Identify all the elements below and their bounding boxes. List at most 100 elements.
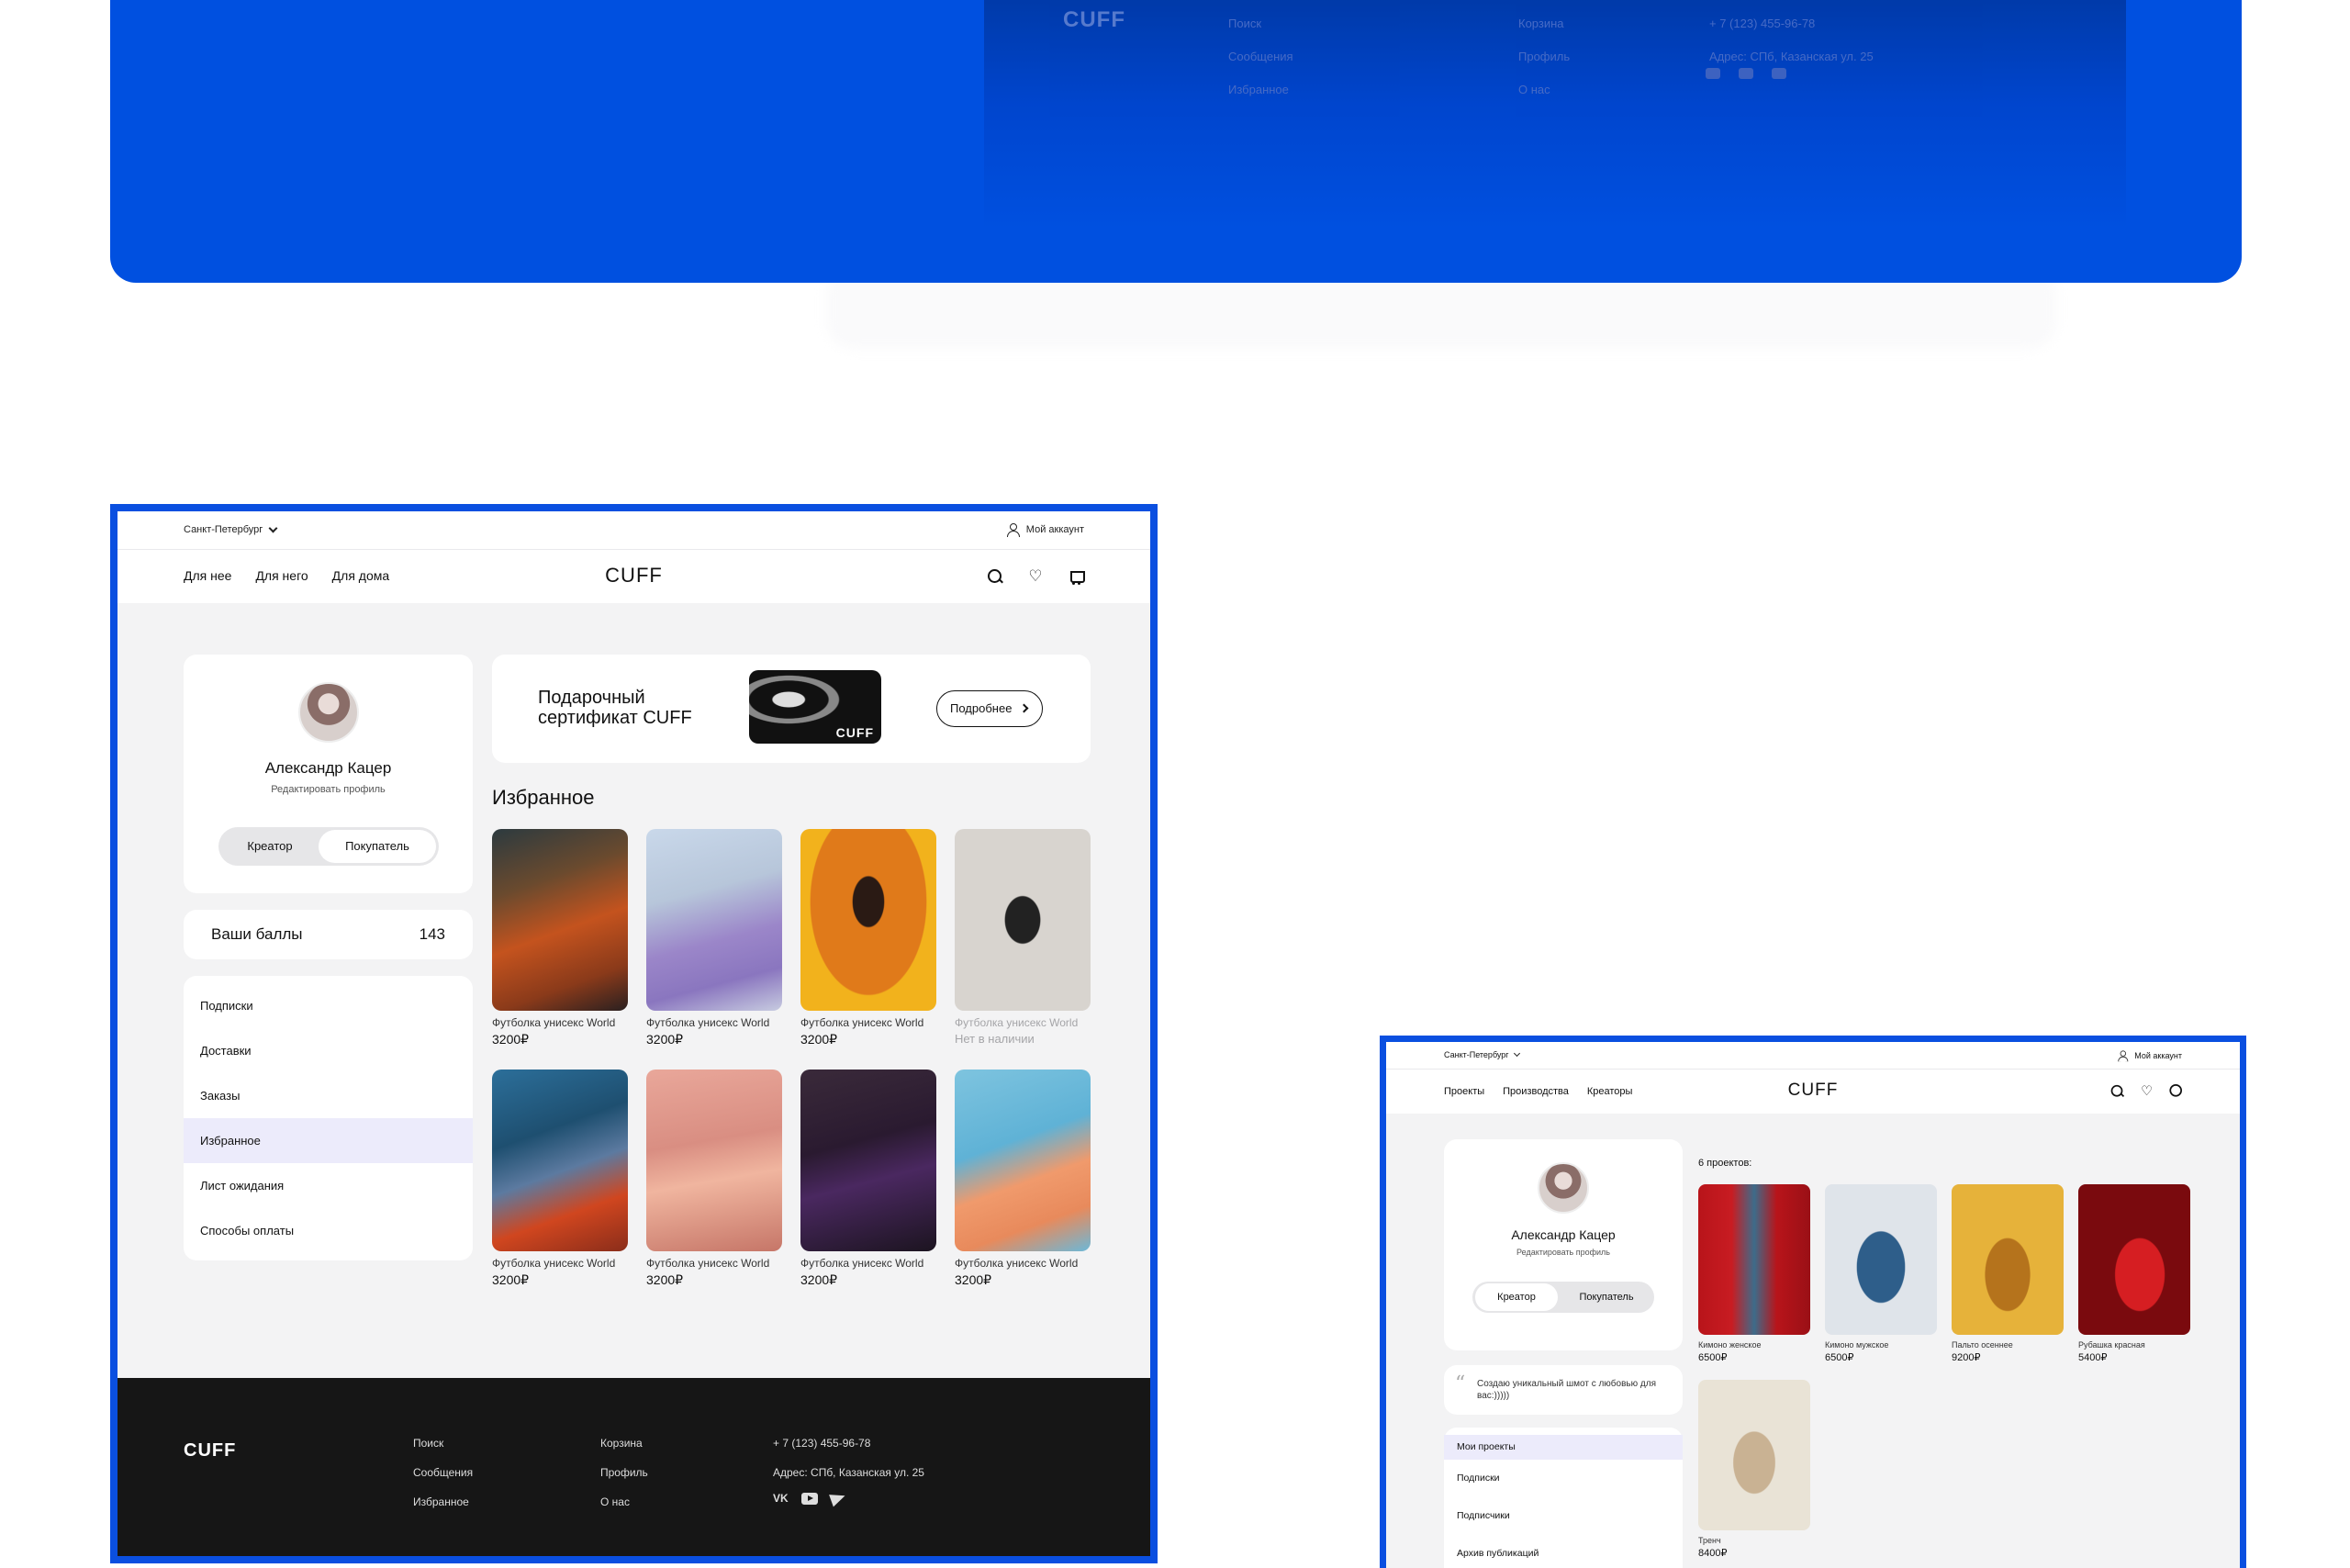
telegram-icon: [1772, 68, 1786, 79]
product-name[interactable]: Футболка унисекс World: [800, 1016, 936, 1029]
city-label: Санкт-Петербург: [1444, 1050, 1509, 1059]
project-image[interactable]: [1698, 1184, 1810, 1335]
project-image[interactable]: [1952, 1184, 2064, 1335]
product-image[interactable]: [800, 829, 936, 1011]
product-card[interactable]: Футболка унисекс World Нет в наличии: [955, 829, 1091, 1047]
product-image[interactable]: [955, 1070, 1091, 1251]
account-link[interactable]: Мой аккаунт: [2116, 1049, 2182, 1062]
footer-link-cart[interactable]: Корзина: [600, 1437, 648, 1450]
menu-item-archive[interactable]: Архив публикаций: [1444, 1535, 1683, 1568]
top-bar: Санкт-Петербург Мой аккаунт: [118, 511, 1150, 550]
gift-title: Подарочный сертификат CUFF: [538, 688, 692, 728]
project-image[interactable]: [2078, 1184, 2190, 1335]
project-price: 9200₽: [1952, 1352, 1981, 1363]
project-name[interactable]: Тренч: [1698, 1536, 1810, 1545]
product-image[interactable]: [646, 829, 782, 1011]
product-card[interactable]: Футболка унисекс World 3200₽: [492, 1070, 628, 1288]
ghost-footer-social: [1706, 68, 1786, 79]
footer-link-search[interactable]: Поиск: [413, 1437, 473, 1450]
product-price: 3200₽: [492, 1272, 530, 1287]
search-icon[interactable]: [2110, 1084, 2124, 1098]
telegram-icon[interactable]: [828, 1489, 847, 1507]
footer-link-about[interactable]: О нас: [600, 1495, 648, 1508]
product-image[interactable]: [955, 829, 1091, 1011]
product-name[interactable]: Футболка унисекс World: [492, 1257, 628, 1270]
account-link[interactable]: Мой аккаунт: [1006, 523, 1084, 537]
footer-logo[interactable]: CUFF: [184, 1440, 236, 1462]
menu-item-deliveries[interactable]: Доставки: [184, 1028, 473, 1073]
edit-profile-link[interactable]: Редактировать профиль: [184, 784, 473, 795]
avatar[interactable]: [297, 682, 359, 743]
main-nav: Для нее Для него Для дома CUFF ♡: [118, 550, 1150, 603]
project-card[interactable]: Кимоно женское 6500₽: [1698, 1184, 1810, 1363]
product-card[interactable]: Футболка унисекс World 3200₽: [646, 829, 782, 1047]
project-name[interactable]: Кимоно мужское: [1825, 1340, 1937, 1350]
product-name[interactable]: Футболка унисекс World: [492, 1016, 628, 1029]
search-icon[interactable]: [987, 568, 1003, 585]
creator-menu: Мои проекты Подписки Подписчики Архив пу…: [1444, 1428, 1683, 1568]
toggle-buyer[interactable]: Покупатель: [1559, 1282, 1654, 1313]
city-selector[interactable]: Санкт-Петербург: [1444, 1049, 1520, 1059]
project-name[interactable]: Рубашка красная: [2078, 1340, 2190, 1350]
footer-link-messages[interactable]: Сообщения: [413, 1466, 473, 1479]
more-button[interactable]: Подробнее: [936, 690, 1043, 727]
edit-profile-link[interactable]: Редактировать профиль: [1444, 1248, 1683, 1257]
ghost-footer-link: Поиск: [1228, 17, 1262, 30]
footer-link-profile[interactable]: Профиль: [600, 1466, 648, 1479]
vk-icon[interactable]: VK: [773, 1492, 789, 1505]
creator-profile-mockup: Санкт-Петербург Мой аккаунт Проекты Прои…: [1380, 1036, 2246, 1568]
footer-link-favorites[interactable]: Избранное: [413, 1495, 473, 1508]
account-label: Мой аккаунт: [2134, 1051, 2182, 1060]
gift-certificate-banner: Подарочный сертификат CUFF CUFF Подробне…: [492, 655, 1091, 763]
project-price: 8400₽: [1698, 1548, 1728, 1559]
product-image[interactable]: [492, 1070, 628, 1251]
menu-item-payment-methods[interactable]: Способы оплаты: [184, 1208, 473, 1253]
product-card[interactable]: Футболка унисекс World 3200₽: [955, 1070, 1091, 1288]
youtube-icon[interactable]: [800, 1492, 818, 1505]
product-image[interactable]: [492, 829, 628, 1011]
menu-item-subscriptions[interactable]: Подписки: [1444, 1460, 1683, 1497]
role-toggle[interactable]: Креатор Покупатель: [1472, 1282, 1654, 1313]
project-image[interactable]: [1698, 1380, 1810, 1530]
cart-icon[interactable]: [1068, 568, 1085, 585]
toggle-buyer[interactable]: Покупатель: [319, 830, 436, 863]
avatar[interactable]: [1538, 1162, 1589, 1214]
project-card[interactable]: Пальто осеннее 9200₽: [1952, 1184, 2064, 1363]
menu-item-subscriptions[interactable]: Подписки: [184, 983, 473, 1028]
role-toggle[interactable]: Креатор Покупатель: [218, 827, 439, 866]
youtube-icon: [1739, 68, 1753, 79]
product-card[interactable]: Футболка унисекс World 3200₽: [646, 1070, 782, 1288]
project-name[interactable]: Кимоно женское: [1698, 1340, 1810, 1350]
product-price: 3200₽: [955, 1272, 992, 1287]
product-image[interactable]: [800, 1070, 936, 1251]
project-name[interactable]: Пальто осеннее: [1952, 1340, 2064, 1350]
toggle-creator[interactable]: Креатор: [218, 827, 321, 866]
footer-phone[interactable]: + 7 (123) 455-96-78: [773, 1437, 924, 1450]
more-button-label: Подробнее: [950, 701, 1013, 715]
toggle-creator[interactable]: Креатор: [1475, 1283, 1558, 1311]
gift-card-image: CUFF: [749, 670, 881, 744]
city-selector[interactable]: Санкт-Петербург: [184, 523, 278, 535]
project-card[interactable]: Кимоно мужское 6500₽: [1825, 1184, 1937, 1363]
product-card[interactable]: Футболка унисекс World 3200₽: [800, 829, 936, 1047]
product-name[interactable]: Футболка унисекс World: [955, 1016, 1091, 1029]
product-name[interactable]: Футболка унисекс World: [646, 1016, 782, 1029]
chat-icon[interactable]: [2169, 1084, 2182, 1097]
menu-item-orders[interactable]: Заказы: [184, 1073, 473, 1118]
menu-item-waitlist[interactable]: Лист ожидания: [184, 1163, 473, 1208]
product-name[interactable]: Футболка унисекс World: [955, 1257, 1091, 1270]
blue-banner: CUFF Поиск Сообщения Избранное Корзина П…: [110, 0, 2242, 283]
project-card[interactable]: Тренч 8400₽: [1698, 1380, 1810, 1559]
product-card[interactable]: Футболка унисекс World 3200₽: [800, 1070, 936, 1288]
project-image[interactable]: [1825, 1184, 1937, 1335]
heart-icon[interactable]: ♡: [1027, 568, 1044, 585]
product-name[interactable]: Футболка унисекс World: [646, 1257, 782, 1270]
heart-icon[interactable]: ♡: [2140, 1084, 2154, 1098]
product-card[interactable]: Футболка унисекс World 3200₽: [492, 829, 628, 1047]
menu-item-subscribers[interactable]: Подписчики: [1444, 1497, 1683, 1535]
product-name[interactable]: Футболка унисекс World: [800, 1257, 936, 1270]
menu-item-favorites[interactable]: Избранное: [184, 1118, 473, 1163]
menu-item-my-projects[interactable]: Мои проекты: [1444, 1435, 1683, 1460]
product-image[interactable]: [646, 1070, 782, 1251]
project-card[interactable]: Рубашка красная 5400₽: [2078, 1184, 2190, 1363]
